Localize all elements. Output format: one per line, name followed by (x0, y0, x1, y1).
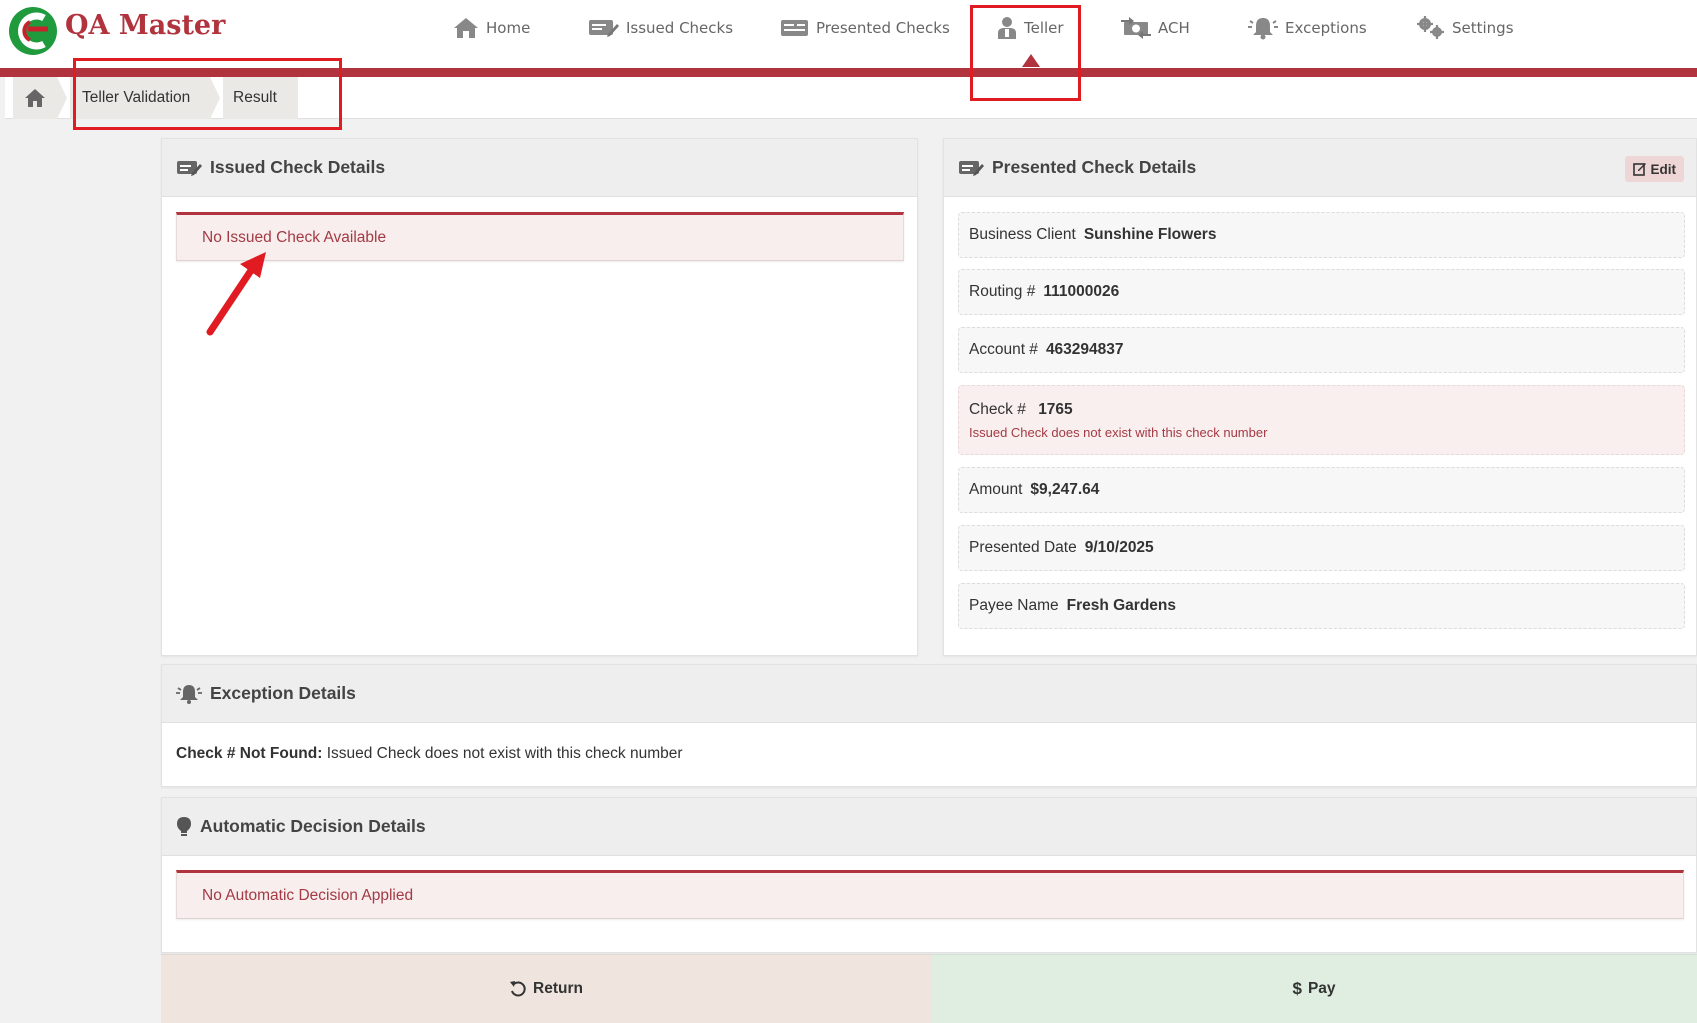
detail-row-presented-date: Presented Date 9/10/2025 (958, 525, 1685, 571)
home-icon (25, 89, 45, 107)
panel-title: Presented Check Details (992, 157, 1197, 177)
issued-check-panel: Issued Check Details No Issued Check Ava… (161, 138, 918, 656)
ach-icon (1121, 17, 1151, 39)
nav-home[interactable]: Home (452, 13, 530, 43)
presented-checks-icon (781, 20, 808, 36)
gears-icon (1417, 16, 1444, 39)
detail-value: Sunshine Flowers (1083, 226, 1217, 243)
nav-settings[interactable]: Settings (1416, 13, 1514, 43)
detail-label: Check # (969, 400, 1026, 418)
edit-icon (1632, 163, 1646, 176)
breadcrumb-separator (57, 77, 67, 119)
issued-check-icon (177, 160, 202, 176)
no-decision-alert: No Automatic Decision Applied (176, 870, 1684, 919)
annotation-box-teller (970, 5, 1081, 101)
detail-value: Fresh Gardens (1066, 597, 1177, 614)
exception-details-panel: Exception Details Check # Not Found: Iss… (161, 664, 1697, 787)
detail-value: 111000026 (1043, 283, 1120, 300)
nav-exceptions-label: Exceptions (1285, 19, 1367, 37)
detail-row-payee-name: Payee Name Fresh Gardens (958, 583, 1685, 629)
detail-label: Business Client (969, 226, 1076, 243)
panel-title: Issued Check Details (210, 157, 386, 177)
nav-ach[interactable]: ACH (1120, 13, 1190, 43)
nav-issued-checks[interactable]: Issued Checks (588, 13, 733, 43)
pay-button-label: Pay (1307, 980, 1336, 997)
breadcrumb-home[interactable] (13, 77, 57, 119)
return-button[interactable]: Return (161, 954, 931, 1023)
automatic-decision-panel: Automatic Decision Details No Automatic … (161, 797, 1697, 953)
edit-button[interactable]: Edit (1624, 156, 1684, 182)
panel-title: Automatic Decision Details (200, 816, 426, 836)
detail-row-amount: Amount $9,247.64 (958, 467, 1685, 513)
issued-check-panel-header: Issued Check Details (162, 139, 917, 197)
exception-panel-header: Exception Details (162, 665, 1696, 723)
detail-label: Presented Date (969, 539, 1077, 556)
detail-value: $9,247.64 (1030, 481, 1100, 498)
nav-settings-label: Settings (1452, 19, 1514, 37)
detail-row-routing: Routing # 111000026 (958, 269, 1685, 315)
nav-exceptions[interactable]: Exceptions (1247, 13, 1367, 43)
presented-check-panel: Presented Check Details Edit Business Cl… (943, 138, 1697, 656)
nav-issued-checks-label: Issued Checks (626, 19, 734, 37)
nav-presented-checks-label: Presented Checks (816, 19, 950, 37)
no-issued-check-alert: No Issued Check Available (176, 212, 904, 261)
presented-check-panel-header: Presented Check Details (944, 139, 1696, 197)
lightbulb-icon (177, 816, 191, 836)
detail-value: 1765 (1038, 400, 1073, 418)
bell-icon (1248, 18, 1278, 40)
detail-label: Amount (969, 481, 1023, 498)
edit-button-label: Edit (1650, 161, 1677, 177)
detail-row-check-number: Check # 1765 Issued Check does not exist… (958, 385, 1685, 455)
detail-value: 9/10/2025 (1084, 539, 1154, 556)
dollar-icon: $ (1292, 979, 1302, 998)
nav-ach-label: ACH (1158, 19, 1190, 37)
detail-row-business-client: Business Client Sunshine Flowers (958, 212, 1685, 258)
presented-check-icon (959, 160, 984, 176)
pay-button[interactable]: $ Pay (931, 954, 1697, 1023)
annotation-arrow (206, 252, 266, 336)
return-button-label: Return (533, 980, 583, 997)
detail-label: Payee Name (969, 597, 1059, 614)
alert-message: No Automatic Decision Applied (202, 886, 414, 904)
decision-panel-header: Automatic Decision Details (162, 798, 1696, 856)
annotation-box-breadcrumb (73, 58, 342, 130)
exception-label: Check # Not Found: (176, 745, 323, 762)
detail-row-account: Account # 463294837 (958, 327, 1685, 373)
issued-checks-icon (589, 20, 619, 37)
detail-label: Routing # (969, 283, 1036, 300)
alert-message: No Issued Check Available (202, 228, 387, 246)
check-number-error: Issued Check does not exist with this ch… (969, 424, 1268, 440)
nav-presented-checks[interactable]: Presented Checks (780, 13, 950, 43)
exception-message: Check # Not Found: Issued Check does not… (176, 745, 683, 763)
nav-home-label: Home (486, 19, 531, 37)
detail-label: Account # (969, 341, 1038, 358)
panel-title: Exception Details (210, 683, 356, 703)
undo-icon (510, 981, 526, 997)
brand-name: QA Master (65, 10, 226, 41)
exception-text: Issued Check does not exist with this ch… (326, 745, 683, 762)
detail-value: 463294837 (1045, 341, 1124, 358)
qa-master-logo (9, 7, 57, 55)
bell-icon (176, 684, 202, 704)
home-icon (454, 18, 478, 38)
